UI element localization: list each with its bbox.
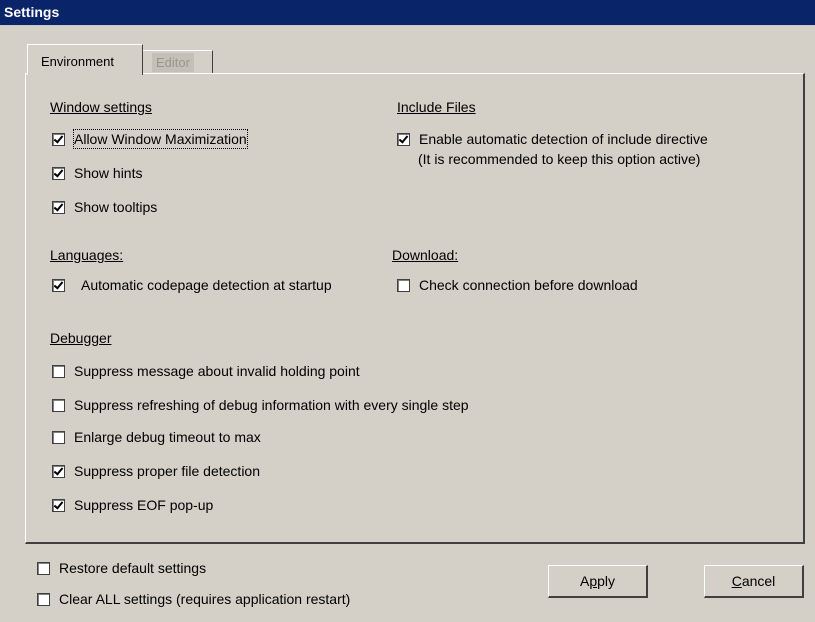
checkbox-label: Enlarge debug timeout to max [74, 429, 261, 445]
checkbox-label: Suppress EOF pop-up [74, 497, 214, 513]
checkbox-label: Show hints [74, 165, 143, 181]
window-title: Settings [4, 4, 60, 20]
cancel-label-part: ancel [741, 573, 776, 589]
checkbox-label: Suppress proper file detection [74, 463, 260, 479]
checkbox-unchecked-icon [52, 431, 65, 444]
checkbox-label: Automatic codepage detection at startup [81, 277, 332, 293]
allow-window-maximization-checkbox[interactable]: Allow Window Maximization [52, 129, 248, 149]
apply-label-accesskey: p [589, 573, 598, 589]
cancel-button[interactable]: Cancel [704, 565, 804, 598]
checkbox-checked-icon [52, 465, 65, 478]
restore-defaults-checkbox[interactable]: Restore default settings [37, 559, 206, 577]
cancel-label-accesskey: C [731, 573, 742, 589]
debugger-heading: Debugger [50, 330, 112, 346]
apply-label: Apply [580, 573, 615, 589]
suppress-refreshing-checkbox[interactable]: Suppress refreshing of debug information… [52, 396, 469, 414]
tab-editor[interactable]: Editor [143, 50, 213, 74]
tab-environment[interactable]: Environment [27, 44, 143, 75]
cancel-label: Cancel [732, 573, 776, 589]
checkbox-checked-icon [52, 167, 65, 180]
checkbox-checked-icon [52, 201, 65, 214]
checkbox-label: Suppress refreshing of debug information… [74, 397, 469, 413]
checkbox-unchecked-icon [37, 562, 50, 575]
checkbox-label: Restore default settings [59, 560, 207, 576]
checkbox-unchecked-icon [397, 279, 410, 292]
checkbox-checked-icon [52, 133, 65, 146]
apply-label-part: A [579, 573, 590, 589]
include-note: (It is recommended to keep this option a… [418, 151, 701, 167]
checkbox-unchecked-icon [37, 593, 50, 606]
check-connection-checkbox[interactable]: Check connection before download [397, 276, 638, 294]
show-tooltips-checkbox[interactable]: Show tooltips [52, 198, 157, 216]
suppress-eof-checkbox[interactable]: Suppress EOF pop-up [52, 496, 213, 514]
show-hints-checkbox[interactable]: Show hints [52, 164, 142, 182]
checkbox-label: Clear ALL settings (requires application… [59, 591, 351, 607]
suppress-holding-point-checkbox[interactable]: Suppress message about invalid holding p… [52, 362, 360, 380]
clear-all-settings-checkbox[interactable]: Clear ALL settings (requires application… [37, 590, 350, 608]
include-detection-checkbox[interactable]: Enable automatic detection of include di… [397, 130, 708, 148]
title-bar: Settings [0, 0, 815, 26]
apply-label-part: ply [597, 573, 616, 589]
suppress-file-detection-checkbox[interactable]: Suppress proper file detection [52, 462, 260, 480]
checkbox-label: Show tooltips [74, 199, 158, 215]
checkbox-label: Enable automatic detection of include di… [419, 131, 708, 147]
checkbox-checked-icon [52, 279, 65, 292]
tab-editor-label: Editor [152, 53, 194, 72]
tab-environment-label: Environment [41, 54, 114, 69]
checkbox-label: Check connection before download [419, 277, 638, 293]
download-heading: Download: [392, 247, 459, 263]
enlarge-timeout-checkbox[interactable]: Enlarge debug timeout to max [52, 428, 261, 446]
codepage-detection-checkbox[interactable]: Automatic codepage detection at startup [52, 276, 332, 294]
languages-heading: Languages: [50, 247, 124, 263]
apply-button[interactable]: Apply [548, 565, 648, 598]
window-settings-heading: Window settings [50, 99, 152, 115]
checkbox-checked-icon [52, 499, 65, 512]
checkbox-checked-icon [397, 133, 410, 146]
checkbox-unchecked-icon [52, 399, 65, 412]
checkbox-label: Suppress message about invalid holding p… [74, 363, 360, 379]
checkbox-label: Allow Window Maximization [73, 129, 248, 149]
checkbox-unchecked-icon [52, 365, 65, 378]
include-files-heading: Include Files [397, 99, 476, 115]
